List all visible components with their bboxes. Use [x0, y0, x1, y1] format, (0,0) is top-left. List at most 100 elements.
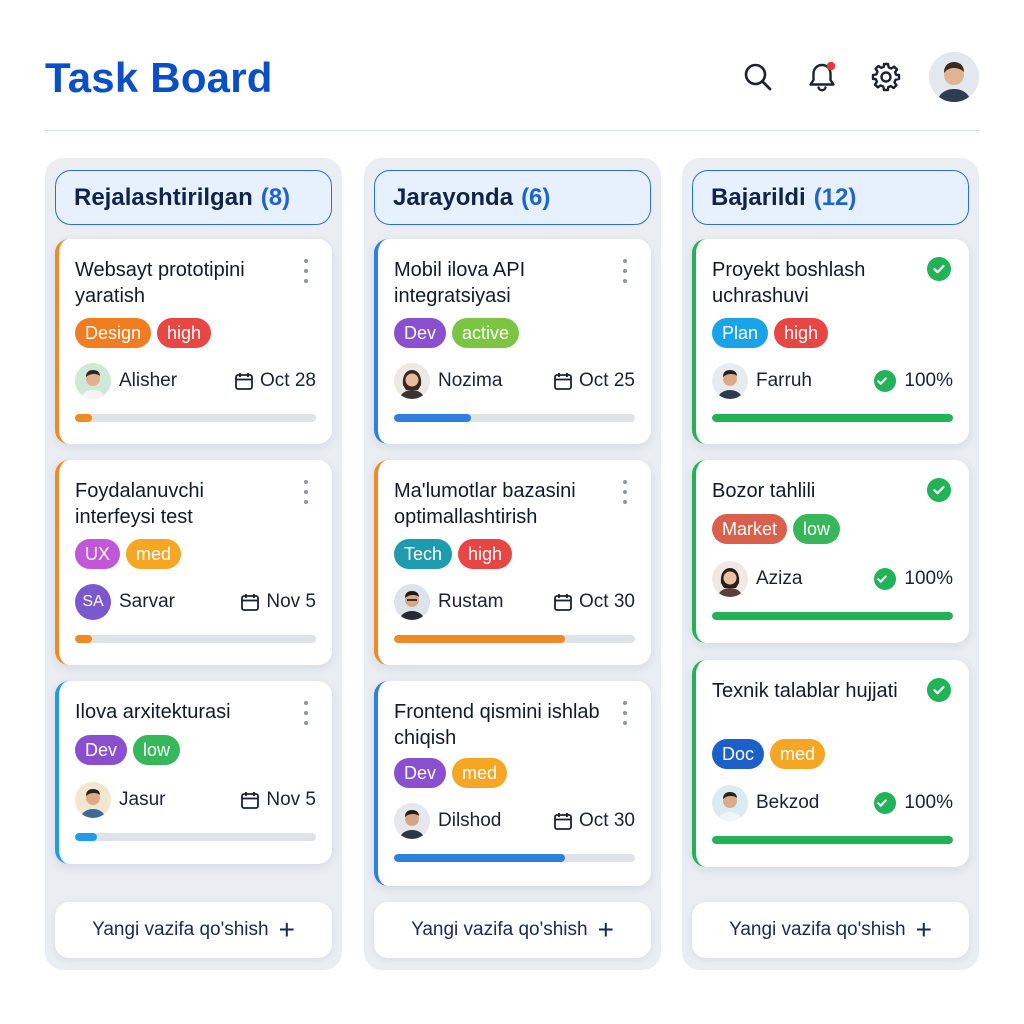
card-meta: Jasur Nov 5: [75, 782, 316, 818]
assignee-avatar: [712, 363, 748, 399]
bell-icon[interactable]: [805, 60, 839, 94]
progress-fill: [394, 635, 566, 643]
task-title: Texnik talablar hujjati: [712, 680, 898, 702]
task-card[interactable]: Texnik talablar hujjati Doc med Bekzod 1…: [692, 660, 969, 867]
category-tag: Tech: [394, 539, 453, 569]
due-date: Oct 25: [553, 370, 635, 392]
task-card[interactable]: Ma'lumotlar bazasini optimallashtirish T…: [374, 460, 651, 665]
column-count: (12): [813, 183, 857, 211]
assignee-avatar: [75, 782, 111, 818]
column-planned: Rejalashtirilgan (8) Websayt prototipini…: [45, 158, 342, 970]
assignee-name: Nozima: [438, 370, 503, 391]
column-title: Bajarildi: [711, 183, 806, 211]
task-card[interactable]: Frontend qismini ishlab chiqish Dev med …: [374, 681, 651, 886]
more-options-icon[interactable]: [300, 259, 312, 283]
completion-percent: 100%: [904, 568, 953, 589]
task-card[interactable]: Mobil ilova API integratsiyasi Dev activ…: [374, 239, 651, 444]
page-title: Task Board: [45, 54, 273, 101]
progress-bar: [75, 635, 316, 643]
progress-fill: [712, 612, 953, 620]
due-date-text: Oct 30: [579, 591, 635, 612]
more-options-icon[interactable]: [300, 480, 312, 504]
tag-list: Tech high: [394, 539, 513, 569]
search-icon[interactable]: [741, 60, 775, 94]
tag-list: Design high: [75, 318, 212, 348]
column-title: Rejalashtirilgan: [74, 183, 253, 211]
category-tag: Plan: [712, 318, 769, 348]
assignee-avatar: [394, 363, 430, 399]
assignee-name: Alisher: [119, 370, 178, 391]
priority-tag: low: [133, 735, 181, 765]
priority-tag: med: [126, 539, 182, 569]
task-title: Foydalanuvchi interfeysi test: [75, 480, 204, 528]
progress-bar: [75, 414, 316, 422]
completed-check-icon: [927, 257, 951, 281]
category-tag: Dev: [75, 735, 128, 765]
completion: 100%: [874, 792, 953, 814]
more-options-icon[interactable]: [619, 480, 631, 504]
tag-list: Dev low: [75, 735, 181, 765]
assignee-name: Bekzod: [756, 792, 820, 813]
card-meta: SA Sarvar Nov 5: [75, 584, 316, 620]
progress-bar: [394, 854, 635, 862]
due-date: Oct 28: [234, 370, 316, 392]
add-task-button[interactable]: Yangi vazifa qo'shish +: [374, 902, 651, 958]
due-date-text: Nov 5: [266, 789, 316, 810]
header-actions: [741, 50, 979, 104]
column-header[interactable]: Rejalashtirilgan (8): [55, 170, 332, 225]
priority-tag: med: [770, 739, 826, 769]
task-card[interactable]: Websayt prototipini yaratish Design high…: [55, 239, 332, 444]
add-task-label: Yangi vazifa qo'shish: [92, 919, 269, 940]
assignee-avatar: [75, 363, 111, 399]
header: Task Board: [45, 50, 979, 106]
completion: 100%: [874, 370, 953, 392]
status-tag: active: [452, 318, 520, 348]
completion: 100%: [874, 568, 953, 590]
calendar-icon: [554, 813, 572, 830]
due-date-text: Oct 28: [260, 370, 316, 391]
assignee-avatar: [394, 803, 430, 839]
progress-fill: [394, 854, 566, 862]
task-card[interactable]: Foydalanuvchi interfeysi test UX med SA …: [55, 460, 332, 665]
tag-list: Dev active: [394, 318, 520, 348]
add-task-button[interactable]: Yangi vazifa qo'shish +: [692, 902, 969, 958]
column-header[interactable]: Bajarildi (12): [692, 170, 969, 225]
completion-percent: 100%: [904, 370, 953, 391]
plus-icon: +: [597, 914, 614, 945]
user-avatar[interactable]: [929, 52, 979, 102]
card-meta: Farruh 100%: [712, 363, 953, 399]
card-meta: Bekzod 100%: [712, 785, 953, 821]
more-options-icon[interactable]: [619, 259, 631, 283]
due-date: Oct 30: [553, 810, 635, 832]
more-options-icon[interactable]: [619, 701, 631, 725]
progress-fill: [75, 635, 92, 643]
progress-fill: [712, 836, 953, 844]
add-task-button[interactable]: Yangi vazifa qo'shish +: [55, 902, 332, 958]
check-circle-icon: [874, 568, 897, 590]
progress-fill: [712, 414, 953, 422]
task-card[interactable]: Proyekt boshlash uchrashuvi Plan high Fa…: [692, 239, 969, 444]
progress-fill: [394, 414, 472, 422]
priority-tag: low: [793, 514, 841, 544]
completed-check-icon: [927, 478, 951, 502]
assignee-avatar: SA: [75, 584, 111, 620]
progress-bar: [712, 414, 953, 422]
column-count: (8): [260, 183, 291, 211]
tag-list: UX med: [75, 539, 182, 569]
column-header[interactable]: Jarayonda (6): [374, 170, 651, 225]
assignee-name: Dilshod: [438, 810, 502, 831]
add-task-label: Yangi vazifa qo'shish: [729, 919, 906, 940]
assignee-name: Aziza: [756, 568, 803, 589]
gear-icon[interactable]: [869, 60, 903, 94]
tag-list: Dev med: [394, 758, 508, 788]
calendar-icon: [241, 792, 260, 809]
completed-check-icon: [927, 678, 951, 702]
progress-bar: [712, 836, 953, 844]
progress-fill: [75, 833, 97, 841]
calendar-icon: [554, 373, 572, 390]
more-options-icon[interactable]: [300, 701, 312, 725]
task-card[interactable]: Ilova arxitekturasi Dev low Jasur Nov 5: [55, 681, 332, 864]
task-title: Ilova arxitekturasi: [75, 701, 231, 723]
due-date: Nov 5: [240, 789, 316, 811]
task-card[interactable]: Bozor tahlili Market low Aziza 100%: [692, 460, 969, 643]
